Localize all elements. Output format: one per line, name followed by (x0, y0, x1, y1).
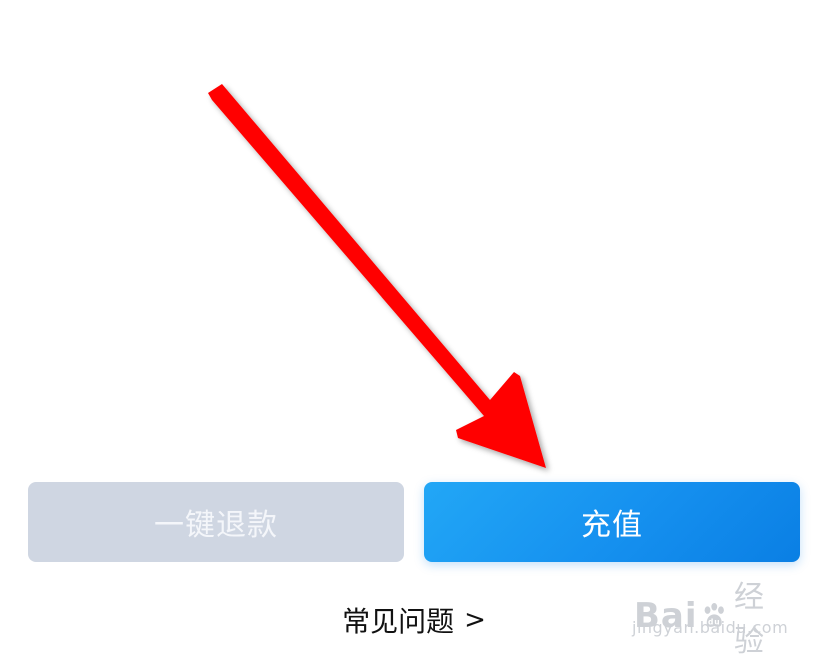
recharge-button-label: 充值 (581, 508, 643, 543)
recharge-button[interactable]: 充值 (424, 482, 800, 562)
watermark-url: jingyan.baidu.com (632, 618, 789, 637)
refund-button-label: 一键退款 (154, 508, 278, 543)
screen: 一键退款 充值 常见问题 > Bai du 经验 jingyan.baidu.c… (0, 0, 828, 662)
watermark-brand-suffix: 经验 (734, 580, 766, 659)
faq-label: 常见问题 (342, 605, 455, 638)
chevron-right-icon: > (464, 605, 486, 635)
watermark-logo: Bai du 经验 (634, 572, 786, 660)
red-arrow-icon (208, 84, 546, 468)
refund-button[interactable]: 一键退款 (28, 482, 404, 562)
baidu-watermark: Bai du 经验 jingyan.baidu.com (626, 570, 789, 659)
